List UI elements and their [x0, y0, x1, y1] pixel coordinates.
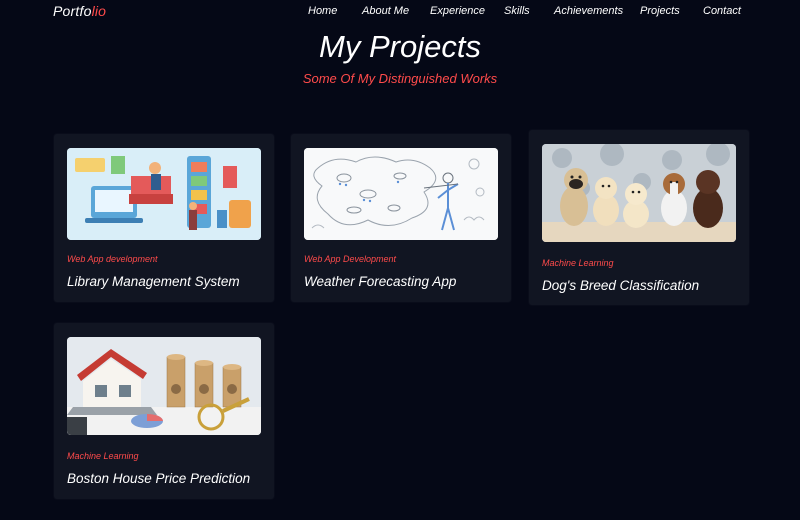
- nav-item-home[interactable]: Home: [308, 5, 337, 17]
- nav-item-achievements[interactable]: Achievements: [554, 5, 623, 17]
- dog-puppies-photo-image: [542, 144, 736, 242]
- project-card-library[interactable]: Web App development Library Management S…: [54, 134, 274, 302]
- nav-item-about-me[interactable]: About Me: [362, 5, 409, 17]
- project-card-dogs[interactable]: Machine Learning Dog's Breed Classificat…: [529, 130, 749, 305]
- project-name[interactable]: Library Management System: [67, 274, 240, 289]
- library-illustration-svg: [67, 148, 261, 240]
- nav-item-skills[interactable]: Skills: [504, 5, 530, 17]
- project-name[interactable]: Boston House Price Prediction: [67, 471, 250, 486]
- project-card-weather[interactable]: Web App Development Weather Forecasting …: [291, 134, 511, 302]
- house-coins-photo-image: [67, 337, 261, 435]
- project-category: Machine Learning: [67, 451, 139, 461]
- nav-item-contact[interactable]: Contact: [703, 5, 741, 17]
- project-category: Web App Development: [304, 254, 397, 264]
- page-title: My Projects: [319, 29, 481, 64]
- project-name[interactable]: Dog's Breed Classification: [542, 278, 699, 293]
- nav-menu: Home About Me Experience Skills Achievem…: [0, 5, 800, 21]
- project-card-boston-house[interactable]: Machine Learning Boston House Price Pred…: [54, 323, 274, 499]
- weather-map-illustration-image: [304, 148, 498, 240]
- nav-item-projects[interactable]: Projects: [640, 5, 680, 17]
- dog-puppies-photo-svg: [542, 144, 736, 242]
- house-coins-photo-svg: [67, 337, 261, 435]
- navbar: Portfolio Home About Me Experience Skill…: [0, 0, 800, 26]
- page-subtitle: Some Of My Distinguished Works: [302, 71, 498, 86]
- nav-item-experience[interactable]: Experience: [430, 5, 485, 17]
- project-name[interactable]: Weather Forecasting App: [304, 274, 456, 289]
- project-category: Machine Learning: [542, 258, 614, 268]
- project-category: Web App development: [67, 254, 158, 264]
- portfolio-page: Portfolio Home About Me Experience Skill…: [0, 0, 800, 520]
- library-illustration-image: [67, 148, 261, 240]
- weather-map-illustration-svg: [304, 148, 498, 240]
